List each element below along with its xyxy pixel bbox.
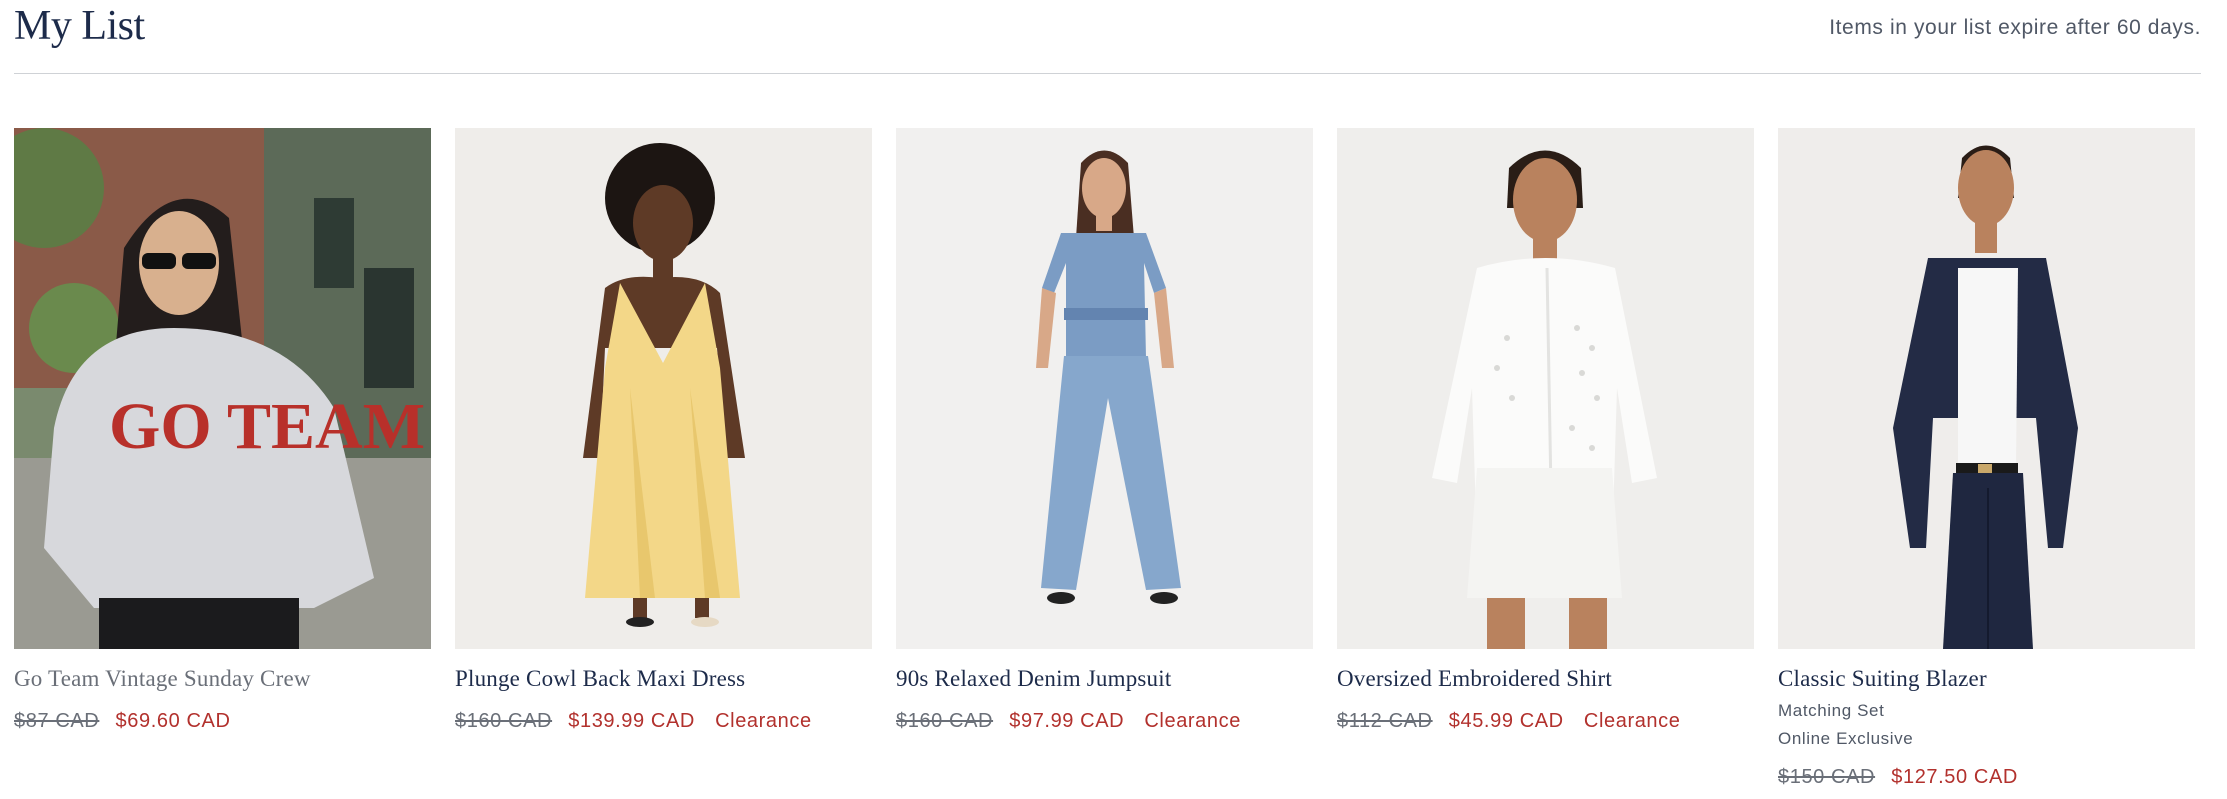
my-list-page: My List Items in your list expire after … bbox=[0, 0, 2227, 799]
product-card: Oversized Embroidered Shirt $112 CAD $45… bbox=[1337, 128, 1754, 789]
product-name[interactable]: Go Team Vintage Sunday Crew bbox=[14, 666, 431, 692]
product-name[interactable]: 90s Relaxed Denim Jumpsuit bbox=[896, 666, 1313, 692]
sale-price: $97.99 CAD bbox=[1009, 710, 1125, 732]
product-image-denim-jumpsuit[interactable] bbox=[896, 128, 1313, 649]
product-image-embroidered-shirt[interactable] bbox=[1337, 128, 1754, 649]
price-row: $160 CAD $139.99 CAD Clearance bbox=[455, 710, 872, 733]
product-image-maxi-dress[interactable] bbox=[455, 128, 872, 649]
sweatshirt-photo: GO TEAM bbox=[14, 128, 431, 649]
original-price: $87 CAD bbox=[14, 710, 100, 732]
sweatshirt-graphic-text: GO TEAM bbox=[109, 390, 425, 463]
product-image-go-team-crew[interactable]: GO TEAM bbox=[14, 128, 431, 649]
price-row: $160 CAD $97.99 CAD Clearance bbox=[896, 710, 1313, 733]
product-image-suiting-blazer[interactable] bbox=[1778, 128, 2195, 649]
product-card: GO TEAM Go Team Vintage Sunday Crew $87 … bbox=[14, 128, 431, 789]
product-card: Plunge Cowl Back Maxi Dress $160 CAD $13… bbox=[455, 128, 872, 789]
sale-price: $139.99 CAD bbox=[568, 710, 695, 732]
clearance-badge: Clearance bbox=[1583, 710, 1681, 732]
clearance-badge: Clearance bbox=[1144, 710, 1241, 732]
product-grid: GO TEAM Go Team Vintage Sunday Crew $87 … bbox=[14, 128, 2195, 789]
product-name[interactable]: Oversized Embroidered Shirt bbox=[1337, 666, 1754, 692]
original-price: $160 CAD bbox=[455, 710, 553, 732]
price-row: $87 CAD $69.60 CAD bbox=[14, 710, 431, 733]
matching-set-label: Matching Set bbox=[1778, 701, 1885, 720]
price-row: $112 CAD $45.99 CAD Clearance bbox=[1337, 710, 1754, 733]
product-card: 90s Relaxed Denim Jumpsuit $160 CAD $97.… bbox=[896, 128, 1313, 789]
product-name[interactable]: Plunge Cowl Back Maxi Dress bbox=[455, 666, 872, 692]
expiry-note: Items in your list expire after 60 days. bbox=[1829, 16, 2201, 39]
online-exclusive-label: Online Exclusive bbox=[1778, 729, 1914, 748]
product-name[interactable]: Classic Suiting Blazer bbox=[1778, 666, 2195, 692]
sale-price: $45.99 CAD bbox=[1448, 710, 1564, 732]
original-price: $112 CAD bbox=[1337, 710, 1433, 732]
embroidered-shirt-photo bbox=[1337, 128, 1754, 649]
original-price: $160 CAD bbox=[896, 710, 994, 732]
suiting-blazer-photo bbox=[1778, 128, 2195, 649]
page-title: My List bbox=[14, 3, 145, 49]
sale-price: $69.60 CAD bbox=[115, 710, 231, 732]
denim-jumpsuit-photo bbox=[896, 128, 1313, 649]
sale-price: $127.50 CAD bbox=[1891, 766, 2018, 788]
list-header: My List Items in your list expire after … bbox=[14, 0, 2201, 74]
price-row: $150 CAD $127.50 CAD bbox=[1778, 766, 2195, 789]
product-card: Classic Suiting Blazer Matching Set Onli… bbox=[1778, 128, 2195, 789]
clearance-badge: Clearance bbox=[715, 710, 812, 732]
original-price: $150 CAD bbox=[1778, 766, 1876, 788]
maxi-dress-photo bbox=[455, 128, 872, 649]
